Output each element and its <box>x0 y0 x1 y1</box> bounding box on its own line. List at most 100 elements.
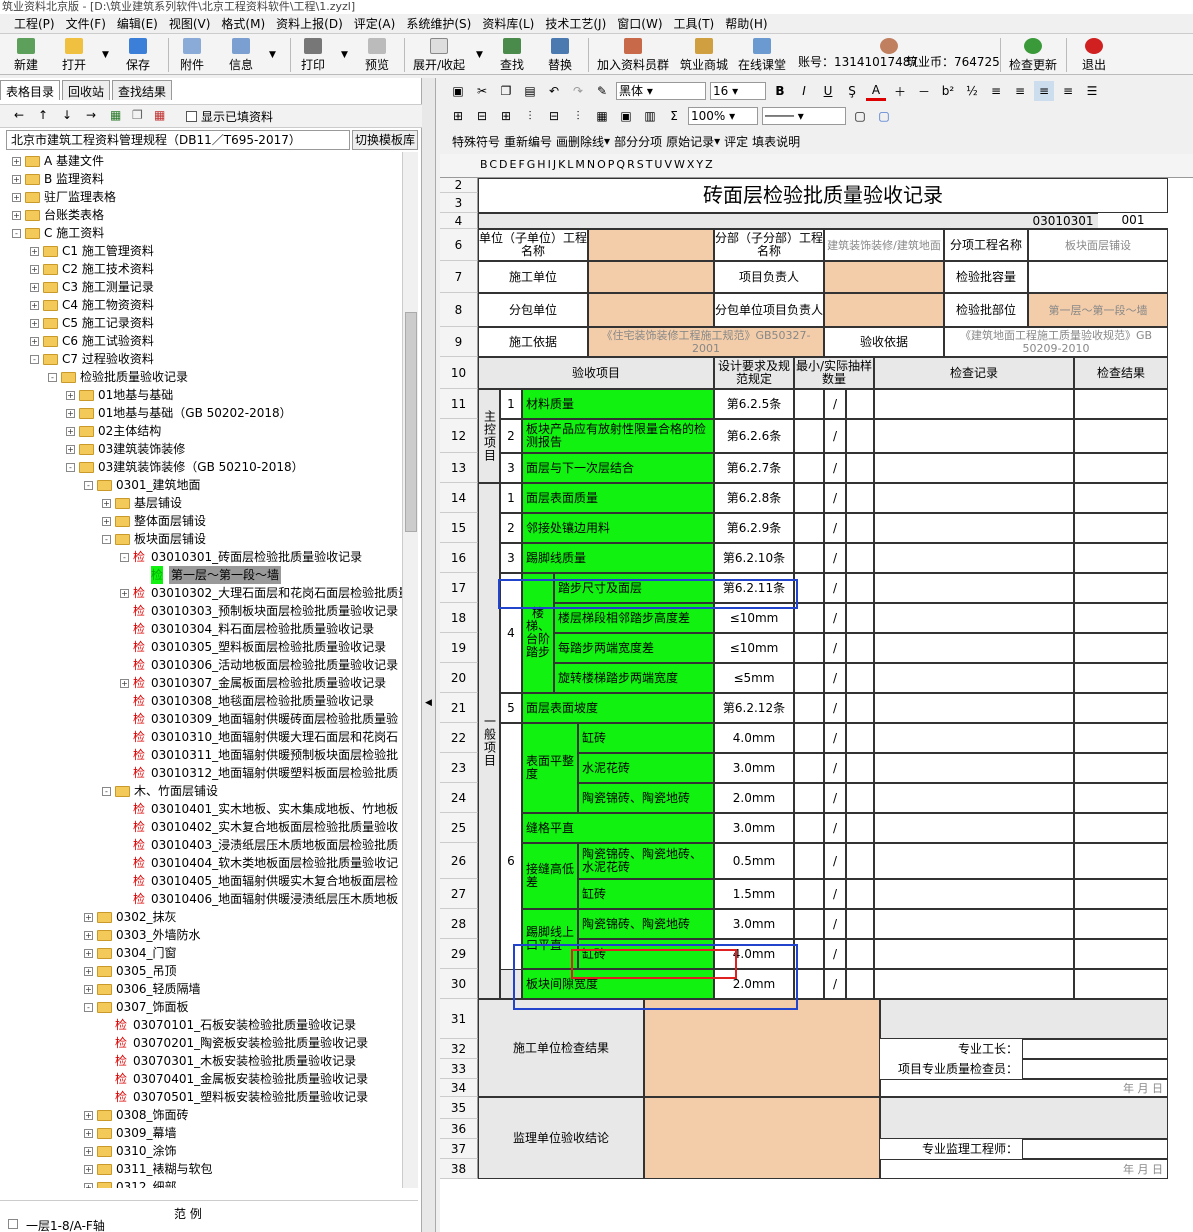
minus-icon[interactable]: － <box>914 81 934 101</box>
location-value[interactable]: 第一层～第一段～墙 <box>1028 293 1168 327</box>
tree-item[interactable]: 检 03010311_地面辐射供暖预制板块面层检验批 <box>120 746 398 764</box>
row-header[interactable]: 29 <box>440 939 478 969</box>
sample-min[interactable] <box>794 813 824 843</box>
subcontractor-value[interactable] <box>588 293 714 327</box>
plus-icon[interactable]: ＋ <box>890 81 910 101</box>
menu-item[interactable]: 资料库(L) <box>482 15 534 32</box>
arrow-left-icon[interactable]: ← <box>14 108 24 122</box>
expand-icon[interactable]: + <box>84 984 93 994</box>
result-cell[interactable] <box>1074 663 1168 693</box>
result-cell[interactable] <box>1074 419 1168 453</box>
menu-item[interactable]: 系统维护(S) <box>406 15 471 32</box>
tree-item[interactable]: 检 03010402_实木复合地板面层检验批质量验收 <box>120 818 398 836</box>
expand-icon[interactable]: + <box>120 678 129 688</box>
row-header[interactable]: 7 <box>440 261 478 293</box>
insert-col-icon[interactable]: ⫶ <box>520 106 540 126</box>
save-button[interactable]: 保存 <box>126 34 150 76</box>
bold-button[interactable]: B <box>770 81 790 101</box>
sample-min[interactable] <box>794 513 824 543</box>
size-select[interactable]: 16 ▾ <box>710 82 766 100</box>
insert-row-icon[interactable]: ⊞ <box>496 106 516 126</box>
distribute-icon[interactable]: ☰ <box>1082 81 1102 101</box>
collapse-icon[interactable]: - <box>66 462 75 472</box>
sample-actual[interactable] <box>846 879 874 909</box>
sample-min[interactable] <box>794 633 824 663</box>
delete-row-icon[interactable]: ⊟ <box>544 106 564 126</box>
row-header[interactable]: 30 <box>440 969 478 999</box>
sample-min[interactable] <box>794 483 824 513</box>
sample-actual[interactable] <box>846 603 874 633</box>
expand-icon[interactable]: + <box>66 444 75 454</box>
result-cell[interactable] <box>1074 603 1168 633</box>
undo-icon[interactable]: ↶ <box>544 81 564 101</box>
tree-item[interactable]: 检 03010306_活动地板面层检验批质量验收记录 <box>120 656 398 674</box>
result-cell[interactable] <box>1074 969 1168 999</box>
tree-item[interactable]: + 驻厂监理表格 <box>12 188 116 206</box>
row-header[interactable]: 31 <box>440 999 478 1039</box>
row-header[interactable]: 27 <box>440 879 478 909</box>
exit-button[interactable]: 退出 <box>1082 34 1106 76</box>
strikeline-button[interactable]: 画删除线 ▾ <box>556 131 610 151</box>
record-cell[interactable] <box>874 693 1074 723</box>
find-button[interactable]: 查找 <box>500 34 524 76</box>
row-header[interactable]: 6 <box>440 229 478 261</box>
sample-min[interactable] <box>794 939 824 969</box>
show-filled-checkbox[interactable] <box>186 111 197 122</box>
row-header[interactable]: 11 <box>440 389 478 419</box>
fill-icon[interactable]: ▢ <box>874 106 894 126</box>
supervisor-result-value[interactable] <box>644 1097 880 1179</box>
tree-item[interactable]: 检 03010304_料石面层检验批质量验收记录 <box>120 620 374 638</box>
sample-actual[interactable] <box>846 419 874 453</box>
menu-item[interactable]: 文件(F) <box>66 15 106 32</box>
engineer-value[interactable] <box>1022 1139 1168 1159</box>
row-header[interactable]: 37 <box>440 1139 478 1159</box>
row-header[interactable]: 21 <box>440 693 478 723</box>
check-update-button[interactable]: 检查更新 <box>1009 34 1057 76</box>
class-button[interactable]: 在线课堂 <box>738 34 786 76</box>
tree-item[interactable]: 检 03010403_浸渍纸层压木质地板面层检验批质 <box>120 836 398 854</box>
mall-button[interactable]: 筑业商城 <box>680 34 728 76</box>
sample-min[interactable] <box>794 603 824 633</box>
expand-icon[interactable]: + <box>12 192 21 202</box>
sample-min[interactable] <box>794 909 824 939</box>
row-header[interactable]: 8 <box>440 293 478 327</box>
tree-item[interactable]: - C 施工资料 <box>12 224 104 242</box>
record-cell[interactable] <box>874 513 1074 543</box>
tree-item[interactable]: + 检 03010307_金属板面层检验批质量验收记录 <box>120 674 386 692</box>
tree-item[interactable]: + C1 施工管理资料 <box>30 242 154 260</box>
tree-item[interactable]: 检 03010308_地毯面层检验批质量验收记录 <box>120 692 374 710</box>
tree-item[interactable]: +03建筑装饰装修 <box>66 440 185 458</box>
tab-search-results[interactable]: 查找结果 <box>112 80 173 100</box>
capacity-value[interactable] <box>1028 261 1168 293</box>
arrow-up-icon[interactable]: ↑ <box>38 108 48 122</box>
result-cell[interactable] <box>1074 633 1168 663</box>
tree-item[interactable]: - 03建筑装饰装修（GB 50210-2018） <box>66 458 304 476</box>
row-header[interactable]: 35 <box>440 1097 478 1119</box>
original-record-button[interactable]: 原始记录 ▾ <box>666 131 720 151</box>
sum-icon[interactable]: Σ <box>664 106 684 126</box>
menu-item[interactable]: 编辑(E) <box>117 15 158 32</box>
sample-min[interactable] <box>794 453 824 483</box>
tree-item[interactable]: + C4 施工物资资料 <box>30 296 154 314</box>
tree-item[interactable]: + C2 施工技术资料 <box>30 260 154 278</box>
preview-button[interactable]: 预览 <box>365 34 389 76</box>
renumber-button[interactable]: 重新编号 <box>504 131 552 151</box>
contractor-value[interactable] <box>588 261 714 293</box>
sample-min[interactable] <box>794 723 824 753</box>
tree-item[interactable]: +0309_幕墙 <box>84 1124 177 1142</box>
collapse-icon[interactable]: - <box>30 354 39 364</box>
sub-pm-value[interactable] <box>824 293 944 327</box>
tree-item[interactable]: +0305_吊顶 <box>84 962 177 980</box>
join-group-button[interactable]: 加入资料员群 <box>597 34 669 76</box>
collapse-icon[interactable]: - <box>102 786 111 796</box>
sample-min[interactable] <box>794 663 824 693</box>
panel-splitter[interactable]: ◀ <box>422 78 436 1232</box>
print-button[interactable]: 打印 <box>301 34 325 76</box>
tree-item[interactable]: 检 03010305_塑料板面层检验批质量验收记录 <box>120 638 386 656</box>
collapse-icon[interactable]: - <box>84 1002 93 1012</box>
qc-value[interactable] <box>1022 1059 1168 1079</box>
tree-item[interactable]: + C5 施工记录资料 <box>30 314 154 332</box>
tree-item[interactable]: 检 03010310_地面辐射供暖大理石面层和花岗石 <box>120 728 398 746</box>
sample-min[interactable] <box>794 879 824 909</box>
record-cell[interactable] <box>874 419 1074 453</box>
